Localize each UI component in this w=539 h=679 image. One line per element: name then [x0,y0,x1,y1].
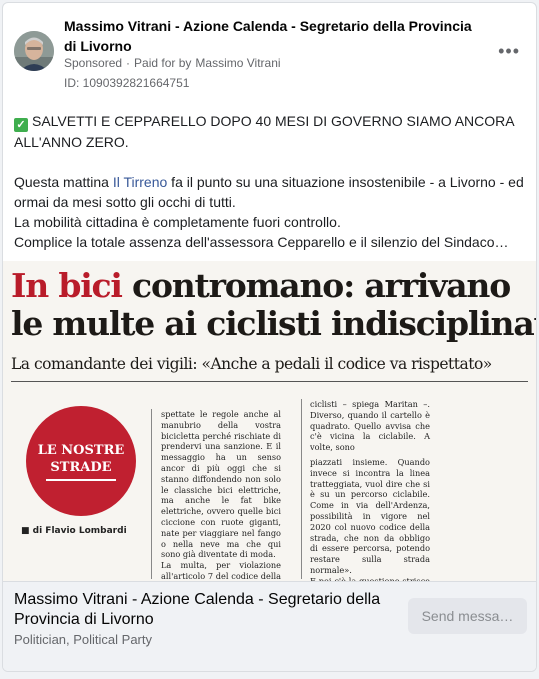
article-column-2-top: ciclisti – spiega Maritan –. Diverso, qu… [310,399,430,453]
headline-rest: contromano: arrivano [121,266,511,305]
newspaper-subheadline: La comandante dei vigili: «Anche a pedal… [11,355,492,373]
post-text: ✓ SALVETTI E CEPPARELLO DOPO 40 MESI DI G… [14,111,526,252]
headline-rule [11,381,528,382]
footer-category: Politician, Political Party [14,632,152,647]
byline: ■ di Flavio Lombardi [21,526,127,536]
post-paragraph: Questa mattina Il Tirreno fa il punto su… [14,172,526,252]
headline-line2: le multe ai ciclisti indisciplinati [11,304,537,343]
article-column-2-bottom: piazzati insieme. Quando invece si incon… [310,457,430,581]
badge-line1: LE NOSTRE [37,442,125,458]
footer-page-name[interactable]: Massimo Vitrani - Azione Calenda - Segre… [14,590,394,630]
badge-bar [46,478,116,481]
para-line2: La mobilità cittadina è completamente fu… [14,214,341,230]
section-badge: LE NOSTRE STRADE [26,406,136,516]
check-mark-button-icon: ✓ [14,118,28,132]
more-horizontal-icon[interactable]: ••• [498,41,520,62]
ad-id: ID: 1090392821664751 [64,76,190,90]
sponsored-label: Sponsored [64,56,123,70]
article-column-1: spettate le regole anche al manubrio del… [161,409,281,581]
page-footer: Massimo Vitrani - Azione Calenda - Segre… [3,581,536,671]
il-tirreno-link[interactable]: Il Tirreno [113,174,167,190]
column-divider [301,399,302,579]
separator-dot: · [126,56,131,70]
para-line3: Complice la totale assenza dell'assessor… [14,234,509,250]
post-header: Massimo Vitrani - Azione Calenda - Segre… [3,3,536,103]
author-name[interactable]: Massimo Vitrani - Azione Calenda - Segre… [64,16,484,56]
paid-for-prefix: Paid for by [134,56,192,70]
post-headline-line: ✓ SALVETTI E CEPPARELLO DOPO 40 MESI DI G… [14,111,526,152]
headline-red: In bici [11,266,123,305]
newspaper-headline: In bici contromano: arrivano le multe ai… [11,267,536,343]
post-headline-text: SALVETTI E CEPPARELLO DOPO 40 MESI DI GO… [14,113,514,150]
badge-line2: STRADE [50,459,112,475]
paid-for-name: Massimo Vitrani [195,56,281,70]
avatar-image [14,31,54,71]
newspaper-image[interactable]: In bici contromano: arrivano le multe ai… [3,261,536,581]
column-divider [151,409,152,579]
send-message-button[interactable]: Send messa… [408,598,527,634]
para-part1: Questa mattina [14,174,113,190]
ad-card: Massimo Vitrani - Azione Calenda - Segre… [2,2,537,672]
sponsor-line: Sponsored · Paid for by Massimo Vitrani [64,56,281,70]
avatar[interactable] [14,31,54,71]
